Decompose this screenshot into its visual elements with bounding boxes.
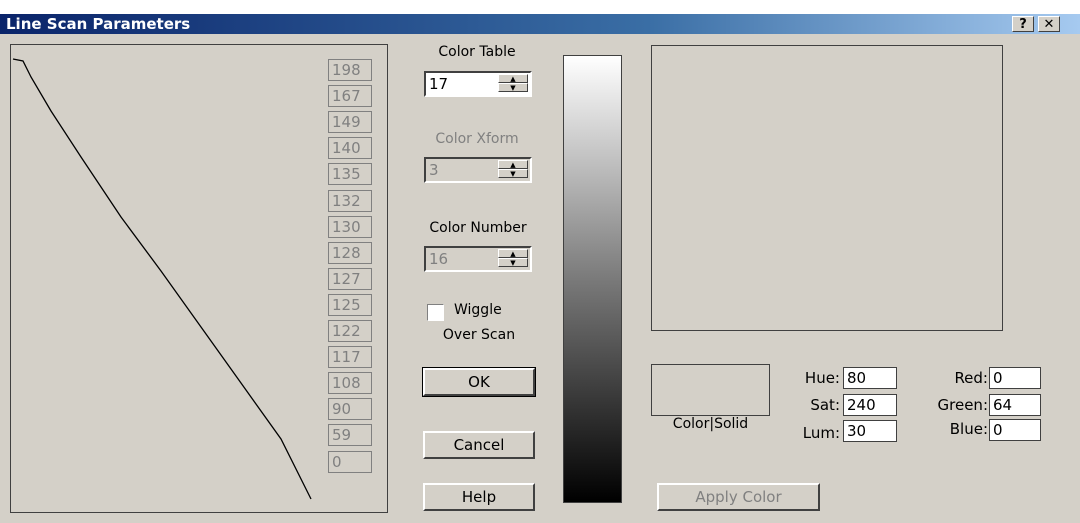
scan-value-box[interactable]: 0 — [328, 451, 372, 473]
scan-value-box[interactable]: 108 — [328, 372, 372, 394]
scan-value-box[interactable]: 132 — [328, 190, 372, 212]
lum-label: Lum: — [802, 424, 840, 442]
color-preview-panel — [651, 45, 1003, 331]
color-gradient-bar[interactable] — [563, 55, 622, 503]
apply-color-button: Apply Color — [657, 483, 820, 511]
color-xform-label: Color Xform — [435, 131, 519, 147]
close-icon[interactable]: ✕ — [1038, 16, 1060, 32]
color-number-arrows: ▲ ▼ — [498, 249, 528, 269]
hue-label: Hue: — [804, 369, 840, 387]
color-xform-spinner: 3 ▲ ▼ — [424, 157, 532, 183]
color-number-label: Color Number — [429, 220, 527, 236]
color-table-value[interactable]: 17 — [429, 75, 448, 93]
color-xform-arrows: ▲ ▼ — [498, 160, 528, 180]
title-bar: Line Scan Parameters ? ✕ — [0, 0, 1080, 34]
scan-value-box[interactable]: 130 — [328, 216, 372, 238]
sat-label: Sat: — [810, 396, 840, 414]
cancel-button[interactable]: Cancel — [423, 431, 535, 459]
over-scan-label: Over Scan — [442, 327, 516, 343]
green-label: Green: — [937, 396, 988, 414]
scan-value-box[interactable]: 90 — [328, 398, 372, 420]
spin-down-icon: ▼ — [498, 169, 528, 178]
scan-value-box[interactable]: 117 — [328, 346, 372, 368]
scan-value-box[interactable]: 167 — [328, 85, 372, 107]
scan-value-box[interactable]: 135 — [328, 163, 372, 185]
color-xform-value: 3 — [429, 161, 439, 179]
spin-down-icon: ▼ — [498, 258, 528, 267]
spin-up-icon: ▲ — [498, 160, 528, 169]
color-number-spinner: 16 ▲ ▼ — [424, 246, 532, 272]
color-swatch — [651, 364, 770, 416]
color-table-spinner[interactable]: 17 ▲ ▼ — [424, 71, 532, 97]
spin-up-icon[interactable]: ▲ — [498, 74, 528, 83]
color-table-arrows[interactable]: ▲ ▼ — [498, 74, 528, 94]
blue-label: Blue: — [949, 420, 988, 438]
color-table-label: Color Table — [438, 44, 516, 60]
line-scan-graph[interactable]: 198 167 149 140 135 132 130 128 127 125 122 117 108 9… — [10, 44, 388, 513]
help-title-button[interactable]: ? — [1012, 16, 1034, 32]
wiggle-checkbox[interactable] — [427, 304, 444, 321]
red-label: Red: — [954, 369, 988, 387]
red-field[interactable]: 0 — [989, 367, 1041, 389]
scan-value-box[interactable]: 198 — [328, 59, 372, 81]
spin-up-icon: ▲ — [498, 249, 528, 258]
scan-value-box[interactable]: 122 — [328, 320, 372, 342]
sat-field[interactable]: 240 — [843, 394, 897, 416]
color-number-value: 16 — [429, 250, 449, 268]
green-field[interactable]: 64 — [989, 394, 1041, 416]
help-button[interactable]: Help — [423, 483, 535, 511]
window-title: Line Scan Parameters — [6, 15, 191, 33]
scan-value-box[interactable]: 127 — [328, 268, 372, 290]
color-solid-label: Color|Solid — [672, 416, 749, 432]
scan-value-box[interactable]: 140 — [328, 137, 372, 159]
scan-value-box[interactable]: 59 — [328, 424, 372, 446]
lum-field[interactable]: 30 — [843, 420, 897, 442]
ok-button[interactable]: OK — [422, 367, 536, 397]
scan-value-box[interactable]: 128 — [328, 242, 372, 264]
blue-field[interactable]: 0 — [989, 419, 1041, 441]
scan-value-box[interactable]: 125 — [328, 294, 372, 316]
spin-down-icon[interactable]: ▼ — [498, 83, 528, 92]
hue-field[interactable]: 80 — [843, 367, 897, 389]
wiggle-label[interactable]: Wiggle — [454, 302, 502, 318]
scan-value-box[interactable]: 149 — [328, 111, 372, 133]
